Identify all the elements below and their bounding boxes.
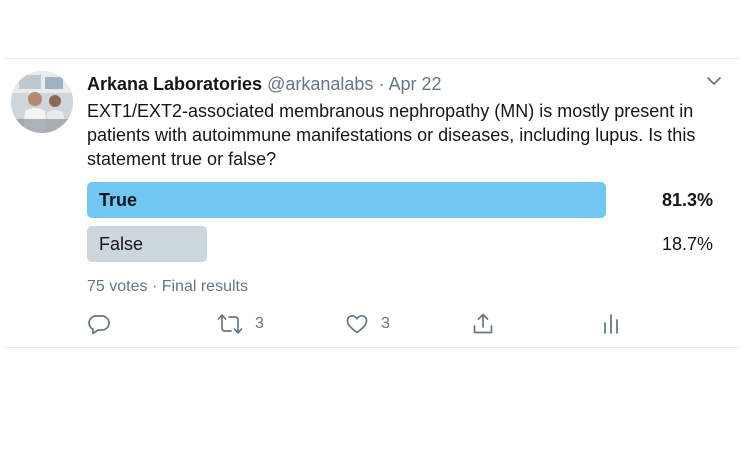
poll-option-false: False 18.7% [87,226,713,262]
analytics-button[interactable] [599,311,623,337]
share-icon [471,312,495,336]
vote-count: 75 votes [87,278,148,295]
author-handle[interactable]: @arkanalabs [267,74,373,94]
retweet-count: 3 [255,315,264,332]
tweet-header: Arkana Laboratories @arkanalabs · Apr 22 [87,73,442,95]
chevron-down-icon[interactable] [704,71,724,91]
poll-meta: 75 votes · Final results [87,278,248,296]
poll-option-label: False [99,234,144,254]
tweet-text: EXT1/EXT2-associated membranous nephropa… [87,101,696,169]
poll-option-percent: 81.3% [661,190,713,210]
like-count: 3 [381,315,390,332]
avatar[interactable] [11,71,73,133]
poll-option-true: True 81.3% [87,182,713,218]
heart-icon [345,312,369,336]
like-button[interactable]: 3 [345,311,390,337]
poll-option-percent: 18.7% [661,234,713,254]
author-name[interactable]: Arkana Laboratories [87,74,262,94]
share-button[interactable] [471,311,495,337]
tweet-date[interactable]: Apr 22 [388,74,441,94]
tweet-actions: 3 3 [87,311,647,337]
retweet-button[interactable]: 3 [217,311,264,337]
poll-option-label: True [99,190,138,210]
retweet-icon [217,312,243,336]
header-separator: · [378,74,385,94]
reply-button[interactable] [87,311,111,337]
reply-icon [87,312,111,336]
analytics-icon [599,312,623,336]
poll-bar-true [87,182,606,218]
meta-separator: · [151,278,158,295]
tweet: Arkana Laboratories @arkanalabs · Apr 22… [4,58,741,348]
poll-status: Final results [161,278,248,295]
